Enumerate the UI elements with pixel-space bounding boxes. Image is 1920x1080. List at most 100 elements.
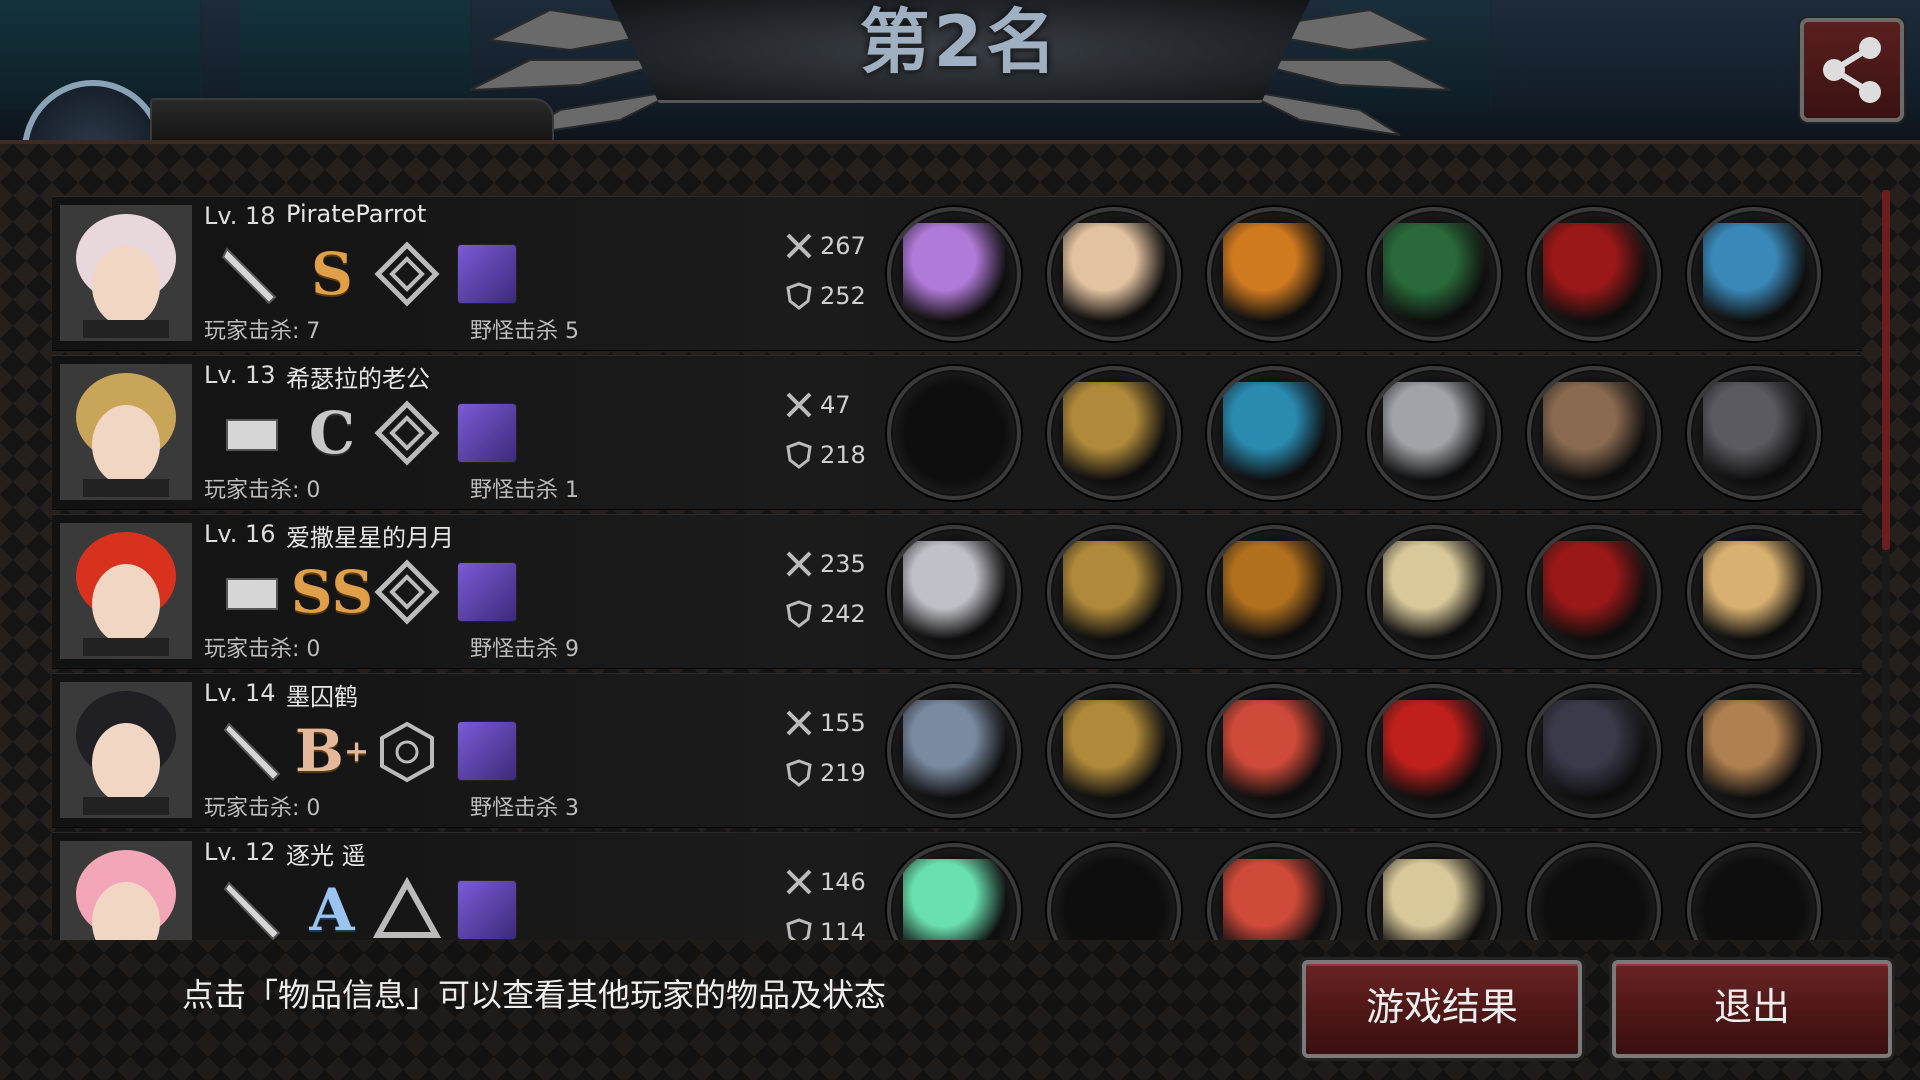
equipment-slot[interactable] bbox=[1367, 684, 1501, 818]
shield-icon bbox=[786, 759, 812, 787]
equipment-slot[interactable] bbox=[887, 684, 1021, 818]
player-row[interactable]: Lv. 18 PirateParrot S 玩家击杀: 7 野怪击杀 5 267… bbox=[52, 196, 1862, 351]
defense-stat: 252 bbox=[784, 281, 866, 311]
equipment-slot[interactable] bbox=[1367, 366, 1501, 500]
purple-beast-icon bbox=[452, 716, 522, 786]
grade-plus: + bbox=[343, 733, 370, 769]
grade-letter: SS bbox=[290, 558, 374, 626]
purple-beast-icon bbox=[452, 875, 522, 944]
steel-disc-icon bbox=[1383, 382, 1485, 484]
equipment-slot[interactable] bbox=[1367, 525, 1501, 659]
ruby-amulet-icon bbox=[1383, 700, 1485, 802]
equipment-slot[interactable] bbox=[1527, 207, 1661, 341]
golden-armor-icon bbox=[1223, 541, 1325, 643]
equipment-slot[interactable] bbox=[1047, 843, 1181, 944]
player-row[interactable]: Lv. 14 墨囚鹤 B + 玩家击杀: 0 野怪击杀 3 155 219 bbox=[52, 673, 1862, 828]
defense-value: 242 bbox=[820, 600, 866, 628]
equipment-slots bbox=[887, 525, 1827, 659]
player-row[interactable]: Lv. 13 希瑟拉的老公 C 玩家击杀: 0 野怪击杀 1 47 218 bbox=[52, 355, 1862, 510]
equipment-slot[interactable] bbox=[1047, 207, 1181, 341]
knight-helmet-icon bbox=[1063, 382, 1165, 484]
equipment-slot[interactable] bbox=[1047, 366, 1181, 500]
attack-value: 146 bbox=[820, 868, 866, 896]
share-button[interactable] bbox=[1800, 18, 1904, 122]
triangle-rank-icon bbox=[372, 875, 442, 944]
equipment-slot[interactable] bbox=[1207, 207, 1341, 341]
equipment-slot[interactable] bbox=[887, 207, 1021, 341]
equipment-slot[interactable] bbox=[1207, 366, 1341, 500]
grade-letter: S bbox=[311, 240, 353, 308]
equipment-slot[interactable] bbox=[1527, 684, 1661, 818]
equipment-slot[interactable] bbox=[1207, 525, 1341, 659]
player-name: 爱撒星星的月月 bbox=[286, 524, 454, 552]
equipment-slot[interactable] bbox=[1687, 525, 1821, 659]
grade-badge: A bbox=[297, 875, 367, 944]
equipment-slot[interactable] bbox=[1687, 366, 1821, 500]
player-level: Lv. 16 bbox=[204, 520, 276, 548]
rank-title: 第2名 bbox=[859, 1, 1061, 83]
equipment-slot[interactable] bbox=[887, 366, 1021, 500]
equipment-slots bbox=[887, 207, 1827, 341]
player-avatar[interactable] bbox=[60, 523, 192, 659]
player-avatar[interactable] bbox=[60, 682, 192, 818]
equipment-slot[interactable] bbox=[1527, 843, 1661, 944]
monster-kills: 野怪击杀 5 bbox=[470, 319, 579, 344]
player-avatar[interactable] bbox=[60, 205, 192, 341]
attack-stat: 267 bbox=[784, 231, 866, 261]
player-avatar[interactable] bbox=[60, 364, 192, 500]
diamond-rank-icon bbox=[372, 239, 442, 309]
player-name: PirateParrot bbox=[286, 200, 427, 228]
equipment-slot[interactable] bbox=[1527, 525, 1661, 659]
crossed-swords-icon bbox=[786, 233, 812, 259]
attack-stat: 146 bbox=[784, 867, 866, 897]
equipment-slot[interactable] bbox=[1207, 684, 1341, 818]
exit-button[interactable]: 退出 bbox=[1612, 960, 1892, 1058]
player-list[interactable]: Lv. 18 PirateParrot S 玩家击杀: 7 野怪击杀 5 267… bbox=[52, 196, 1862, 944]
cyber-armor-icon bbox=[1223, 382, 1325, 484]
defense-stat: 218 bbox=[784, 440, 866, 470]
scrollbar-track[interactable] bbox=[1882, 190, 1890, 940]
attack-value: 47 bbox=[820, 391, 851, 419]
equipment-slot[interactable] bbox=[887, 525, 1021, 659]
equipment-slot[interactable] bbox=[1527, 366, 1661, 500]
player-avatar[interactable] bbox=[60, 841, 192, 944]
lightsaber-icon bbox=[903, 223, 1005, 325]
fist-icon bbox=[217, 398, 287, 468]
equipment-slot[interactable] bbox=[1687, 207, 1821, 341]
attack-value: 235 bbox=[820, 550, 866, 578]
equipment-slot[interactable] bbox=[1687, 843, 1821, 944]
red-heels-icon bbox=[1543, 541, 1645, 643]
player-kills: 玩家击杀: 0 bbox=[204, 796, 321, 821]
defense-value: 218 bbox=[820, 441, 866, 469]
equipment-slot[interactable] bbox=[1367, 207, 1501, 341]
equipment-slot[interactable] bbox=[1207, 843, 1341, 944]
grade-badge: B + bbox=[295, 716, 370, 786]
shield-icon bbox=[786, 282, 812, 310]
portrait-icon bbox=[63, 526, 189, 656]
equipment-slot[interactable] bbox=[1687, 684, 1821, 818]
equipment-slot[interactable] bbox=[887, 843, 1021, 944]
player-stat-icons: B + bbox=[207, 716, 627, 786]
player-stat-icons: S bbox=[207, 239, 627, 309]
player-row[interactable]: Lv. 12 逐光 遥 A 146 114 bbox=[52, 832, 1862, 944]
grade-badge: SS bbox=[291, 557, 374, 627]
knight-helmet-icon bbox=[1063, 541, 1165, 643]
equipment-slot[interactable] bbox=[1047, 525, 1181, 659]
fist-icon bbox=[217, 557, 287, 627]
cat-box-icon bbox=[1703, 700, 1805, 802]
equipment-slot[interactable] bbox=[1367, 843, 1501, 944]
dark-boots-icon bbox=[1543, 700, 1645, 802]
attack-stat: 47 bbox=[784, 390, 851, 420]
portrait-icon bbox=[63, 844, 189, 944]
tactical-vest-icon bbox=[1703, 382, 1805, 484]
player-level: Lv. 14 bbox=[204, 679, 276, 707]
game-result-button[interactable]: 游戏结果 bbox=[1302, 960, 1582, 1058]
portrait-icon bbox=[63, 685, 189, 815]
knife-icon bbox=[217, 239, 287, 309]
equipment-slot[interactable] bbox=[1047, 684, 1181, 818]
defense-stat: 242 bbox=[784, 599, 866, 629]
shield-icon bbox=[786, 600, 812, 628]
scrollbar-thumb[interactable] bbox=[1882, 190, 1890, 550]
crossed-swords-icon bbox=[786, 710, 812, 736]
player-row[interactable]: Lv. 16 爱撒星星的月月 SS 玩家击杀: 0 野怪击杀 9 235 242 bbox=[52, 514, 1862, 669]
